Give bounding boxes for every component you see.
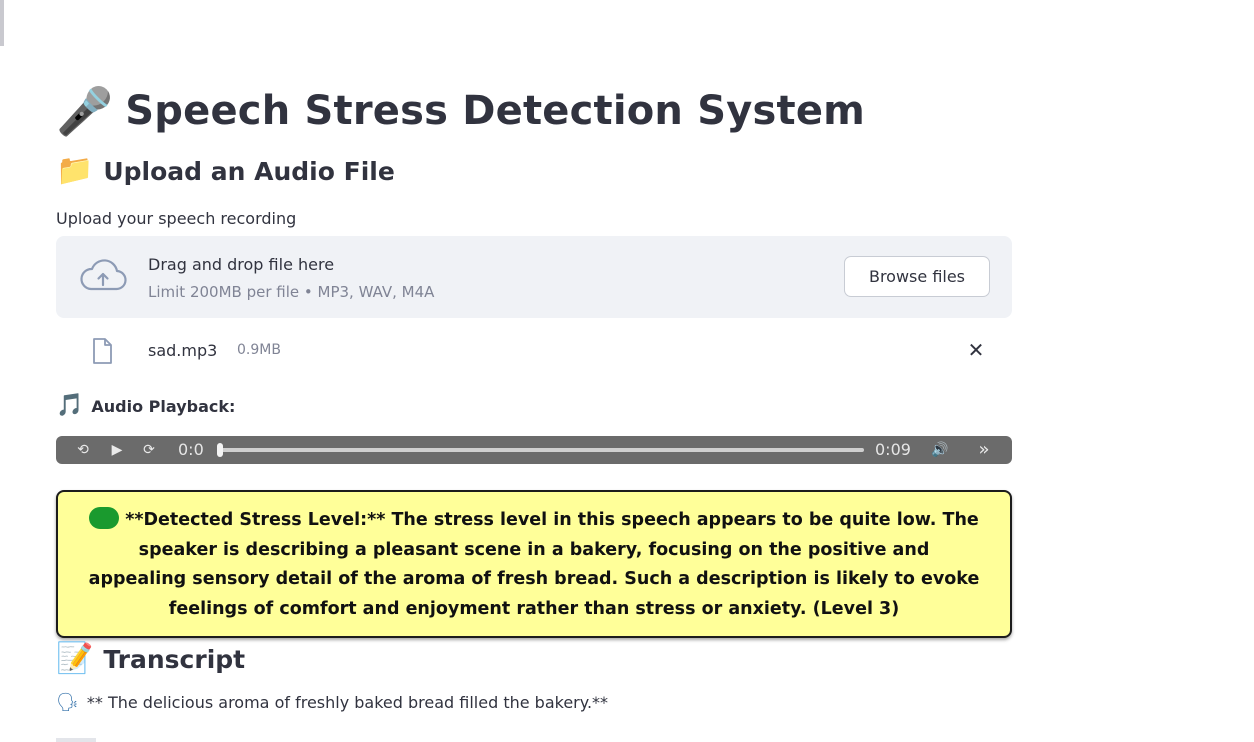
uploaded-file-row: sad.mp3 0.9MB ✕: [56, 332, 1012, 370]
folder-icon: 📁: [56, 153, 94, 188]
audio-playback-label: Audio Playback:: [91, 396, 236, 416]
upload-label: Upload your speech recording: [56, 209, 297, 228]
cloud-upload-icon: [80, 259, 127, 291]
audio-player: ⟲ ▶ ⟳ 0:0 0:09 🔊 »: [56, 436, 1012, 464]
forward-icon[interactable]: ⟳: [138, 436, 160, 464]
speaking-head-icon: 🗣: [56, 691, 79, 713]
file-size: 0.9MB: [237, 342, 281, 358]
transcript-text: ** The delicious aroma of freshly baked …: [86, 693, 609, 712]
file-dropzone[interactable]: Drag and drop file here Limit 200MB per …: [56, 236, 1012, 318]
dropzone-instructions: Drag and drop file here: [148, 255, 335, 274]
remove-file-icon[interactable]: ✕: [964, 338, 988, 362]
page-title: Speech Stress Detection System: [125, 88, 866, 134]
dropzone-limit: Limit 200MB per file • MP3, WAV, M4A: [148, 283, 435, 301]
volume-icon[interactable]: 🔊: [926, 436, 954, 464]
music-note-icon: 🎵: [56, 393, 84, 418]
microphone-icon: 🎤: [56, 84, 114, 138]
rewind-icon[interactable]: ⟲: [72, 436, 94, 464]
sidebar-edge: [0, 0, 4, 46]
green-circle-icon: [89, 507, 120, 529]
play-icon[interactable]: ▶: [106, 436, 128, 464]
more-options-icon[interactable]: »: [970, 436, 998, 464]
file-name: sad.mp3: [148, 341, 218, 360]
transcript-heading-row: 📝 Transcript: [56, 644, 245, 674]
next-element-edge: [56, 738, 96, 742]
stress-result-text: **Detected Stress Level:** The stress le…: [88, 510, 980, 619]
seek-thumb[interactable]: [217, 443, 223, 457]
audio-playback-label-row: 🎵 Audio Playback:: [56, 395, 235, 417]
transcript-heading: Transcript: [103, 644, 246, 674]
upload-heading: Upload an Audio File: [103, 156, 395, 186]
seek-bar[interactable]: [217, 443, 864, 457]
transcript-line: 🗣 ** The delicious aroma of freshly bake…: [56, 693, 608, 712]
upload-heading-row: 📁 Upload an Audio File: [56, 156, 395, 186]
file-icon: [93, 338, 112, 364]
memo-icon: 📝: [56, 641, 94, 676]
page-title-row: 🎤 Speech Stress Detection System: [56, 88, 865, 134]
stress-result-box: **Detected Stress Level:** The stress le…: [56, 490, 1012, 638]
browse-files-button[interactable]: Browse files: [844, 256, 990, 297]
duration: 0:09: [875, 440, 911, 459]
current-time: 0:0: [178, 440, 204, 459]
